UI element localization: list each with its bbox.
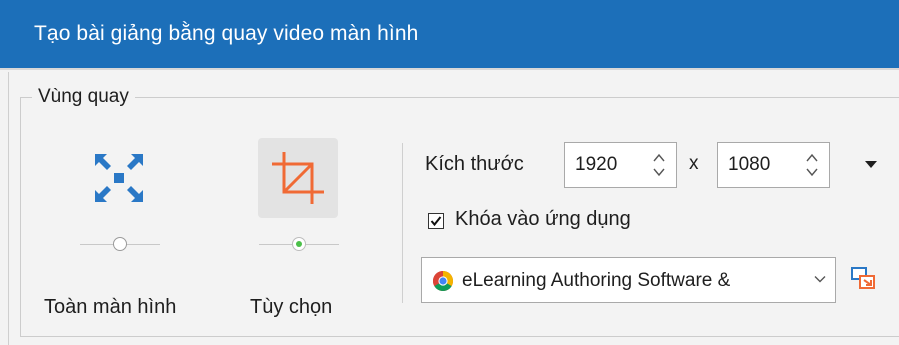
width-spin-arrows-icon[interactable]	[652, 151, 666, 179]
width-spinner[interactable]: 1920	[564, 142, 677, 188]
app-select-dropdown[interactable]: eLearning Authoring Software &	[421, 257, 836, 303]
size-label: Kích thước	[425, 153, 524, 175]
capture-area-legend: Vùng quay	[32, 86, 135, 108]
lock-app-checkbox[interactable]	[428, 213, 444, 229]
chevron-down-icon[interactable]	[814, 275, 826, 283]
fullscreen-mode-button[interactable]	[79, 138, 159, 218]
title-bar: Tạo bài giảng bằng quay video màn hình	[0, 0, 899, 70]
custom-mode-label: Tùy chọn	[250, 296, 333, 318]
fullscreen-arrows-icon	[95, 154, 143, 202]
width-value[interactable]: 1920	[575, 154, 617, 176]
fullscreen-mode-label: Toàn màn hình	[44, 296, 177, 318]
app-select-value: eLearning Authoring Software &	[462, 270, 731, 291]
section-divider	[402, 143, 403, 303]
crop-icon	[272, 152, 324, 204]
select-window-icon[interactable]	[850, 266, 876, 292]
custom-mode-button[interactable]	[258, 138, 338, 218]
window-title: Tạo bài giảng bằng quay video màn hình	[34, 22, 419, 45]
height-spinner[interactable]: 1080	[717, 142, 830, 188]
height-value[interactable]: 1080	[728, 154, 770, 176]
checkmark-icon	[430, 216, 442, 227]
size-preset-dropdown-icon[interactable]	[865, 161, 877, 168]
custom-radio[interactable]	[292, 237, 306, 251]
lock-app-label[interactable]: Khóa vào ứng dụng	[455, 208, 631, 231]
chrome-icon	[433, 271, 453, 291]
fullscreen-radio[interactable]	[113, 237, 127, 251]
size-separator: x	[689, 153, 699, 174]
height-spin-arrows-icon[interactable]	[805, 151, 819, 179]
